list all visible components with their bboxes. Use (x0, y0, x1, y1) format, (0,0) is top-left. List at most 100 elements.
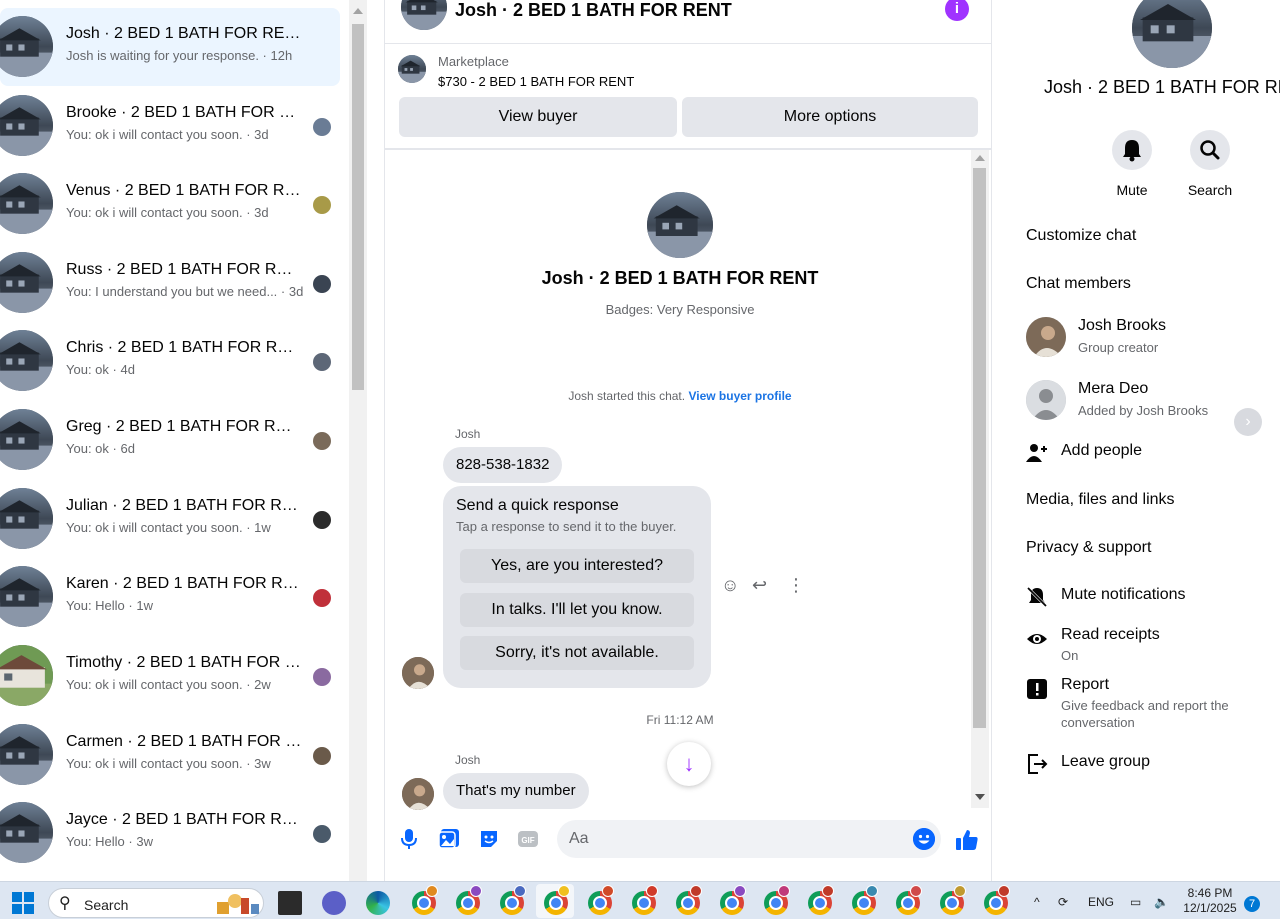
scroll-down-arrow-icon[interactable] (975, 794, 985, 800)
chrome-profile-icon[interactable] (500, 885, 526, 915)
scrollbar-thumb[interactable] (352, 24, 364, 390)
network-icon[interactable]: ▭ (1130, 895, 1141, 909)
thumbs-up-icon[interactable] (955, 828, 979, 852)
notification-badge[interactable]: 7 (1244, 896, 1260, 912)
chrome-profile-icon[interactable] (456, 885, 482, 915)
customize-chat-section[interactable]: Customize chat (1026, 227, 1136, 245)
chevron-up-icon[interactable]: ^ (1034, 895, 1040, 909)
conversation-row[interactable]: Chris · 2 BED 1 BATH FOR RENT You: ok · 4… (0, 322, 340, 400)
taskbar-clock[interactable]: 8:46 PM 12/1/2025 (1180, 886, 1240, 916)
conversation-row[interactable]: Karen · 2 BED 1 BATH FOR RENT You: Hello … (0, 558, 340, 636)
profile-badge-icon (734, 885, 746, 897)
sync-icon[interactable]: ⟳ (1058, 895, 1068, 909)
member-row[interactable]: Josh Brooks Group creator (1026, 317, 1266, 361)
listing-thumbnail[interactable] (398, 55, 426, 83)
photo-gallery-icon[interactable] (437, 828, 461, 852)
conversation-row[interactable]: Timothy · 2 BED 1 BATH FOR RENT You: ok i… (0, 637, 340, 715)
avatar[interactable] (1026, 317, 1066, 357)
report-description: Give feedback and report the conversatio… (1061, 698, 1229, 730)
chrome-profile-icon[interactable] (720, 885, 746, 915)
chrome-profile-icon[interactable] (412, 885, 438, 915)
scroll-up-arrow-icon[interactable] (975, 155, 985, 161)
message-input[interactable] (569, 820, 889, 858)
chrome-profile-icon[interactable] (676, 885, 702, 915)
search-action[interactable]: Search (1180, 130, 1240, 198)
edge-browser-icon[interactable] (366, 891, 390, 915)
chevron-right-icon[interactable]: › (1234, 408, 1262, 436)
conversation-snippet-row: Josh is waiting for your response. · 12h (66, 48, 321, 63)
sender-avatar[interactable] (402, 778, 434, 810)
default-avatar-icon[interactable] (1026, 380, 1066, 420)
chrome-profile-icon[interactable] (764, 885, 790, 915)
bell-icon[interactable] (1112, 130, 1152, 170)
info-icon[interactable]: i (945, 0, 969, 21)
details-avatar[interactable] (1132, 0, 1212, 68)
conversation-name: Jayce · 2 BED 1 BATH FOR RENT (66, 811, 302, 828)
message-actions: ☺ ↩ ⋮ (721, 575, 811, 597)
reply-icon[interactable]: ↩ (752, 575, 767, 596)
conversation-row[interactable]: Venus · 2 BED 1 BATH FOR RENT You: ok i w… (0, 165, 340, 243)
chat-profile-title: Josh · 2 BED 1 BATH FOR RENT (541, 268, 819, 288)
mute-action[interactable]: Mute (1102, 130, 1162, 198)
chrome-profile-icon[interactable] (852, 885, 878, 915)
conversation-name: Venus · 2 BED 1 BATH FOR RENT (66, 182, 302, 199)
conversation-row[interactable]: Greg · 2 BED 1 BATH FOR RENT You: ok · 6d (0, 401, 340, 479)
gif-icon[interactable]: GIF (516, 828, 540, 852)
member-row[interactable]: Mera Deo Added by Josh Brooks (1026, 380, 1266, 424)
emoji-icon[interactable] (913, 828, 935, 850)
conversation-name: Greg · 2 BED 1 BATH FOR RENT (66, 418, 302, 435)
privacy-support-section[interactable]: Privacy & support (1026, 539, 1151, 557)
scrollbar-thumb[interactable] (973, 168, 986, 728)
listing-price-title[interactable]: $730 - 2 BED 1 BATH FOR RENT (438, 74, 634, 89)
view-buyer-profile-link[interactable]: View buyer profile (688, 389, 791, 403)
conversation-list-scrollbar[interactable] (349, 0, 367, 881)
scroll-to-bottom-arrow-icon[interactable]: ↓ (667, 742, 711, 786)
language-indicator[interactable]: ENG (1088, 895, 1114, 909)
more-vertical-icon[interactable]: ⋮ (787, 575, 805, 596)
media-files-links-section[interactable]: Media, files and links (1026, 491, 1175, 509)
microphone-icon[interactable] (397, 828, 421, 852)
conversation-row[interactable]: Brooke · 2 BED 1 BATH FOR RENT You: ok i … (0, 87, 340, 165)
search-icon[interactable] (1190, 130, 1230, 170)
react-emoji-icon[interactable]: ☺ (721, 575, 739, 596)
chrome-profile-icon[interactable] (632, 885, 658, 915)
chat-members-section[interactable]: Chat members (1026, 275, 1131, 293)
video-call-app-icon[interactable] (322, 891, 346, 915)
conversation-row[interactable]: Jayce · 2 BED 1 BATH FOR RENT You: Hello … (0, 794, 340, 872)
conversation-snippet: You: ok i will contact you soon. (66, 756, 243, 771)
conversation-row[interactable]: Russ · 2 BED 1 BATH FOR RENT You: I under… (0, 244, 340, 322)
quick-response-subtitle: Tap a response to send it to the buyer. (456, 519, 677, 534)
conversation-row[interactable]: Josh · 2 BED 1 BATH FOR RENT Josh is wait… (0, 8, 340, 86)
sticker-icon[interactable] (477, 828, 501, 852)
chrome-profile-icon[interactable] (544, 885, 570, 915)
quick-response-option[interactable]: In talks. I'll let you know. (460, 593, 694, 627)
scroll-up-arrow-icon[interactable] (353, 8, 363, 14)
message-bubble-phone[interactable]: 828-538-1832 (443, 447, 563, 483)
chrome-profile-icon[interactable] (896, 885, 922, 915)
chrome-profile-icon[interactable] (588, 885, 614, 915)
chrome-profile-icon[interactable] (940, 885, 966, 915)
taskbar-search-box[interactable]: ⚲ Search (48, 888, 264, 918)
chrome-profile-icon[interactable] (984, 885, 1010, 915)
chat-profile-avatar[interactable] (647, 192, 713, 258)
chat-header-avatar[interactable] (401, 0, 447, 30)
view-buyer-button[interactable]: View buyer (399, 97, 677, 137)
conversation-snippet-row: You: ok i will contact you soon. · 1w (66, 520, 321, 535)
quick-response-option[interactable]: Sorry, it's not available. (460, 636, 694, 670)
conversation-row[interactable]: Julian · 2 BED 1 BATH FOR RENT You: ok i … (0, 480, 340, 558)
profile-badge-icon (822, 885, 834, 897)
quick-response-title: Send a quick response (456, 497, 619, 514)
message-bubble-last[interactable]: That's my number (443, 773, 589, 809)
thread-scrollbar[interactable] (971, 150, 989, 808)
profile-badge-icon (514, 885, 526, 897)
chat-details-panel: Josh · 2 BED 1 BATH FOR RENT Mute Search… (1008, 0, 1280, 881)
sender-avatar[interactable] (402, 657, 434, 689)
conversation-row[interactable]: Carmen · 2 BED 1 BATH FOR RENT You: ok i … (0, 716, 340, 794)
speaker-icon[interactable]: 🔈 (1154, 895, 1169, 909)
windows-start-icon[interactable] (12, 892, 34, 914)
chat-header-title[interactable]: Josh · 2 BED 1 BATH FOR RENT (455, 0, 732, 21)
quick-response-option[interactable]: Yes, are you interested? (460, 549, 694, 583)
file-explorer-icon[interactable] (278, 891, 302, 915)
more-options-button[interactable]: More options (682, 97, 978, 137)
chrome-profile-icon[interactable] (808, 885, 834, 915)
